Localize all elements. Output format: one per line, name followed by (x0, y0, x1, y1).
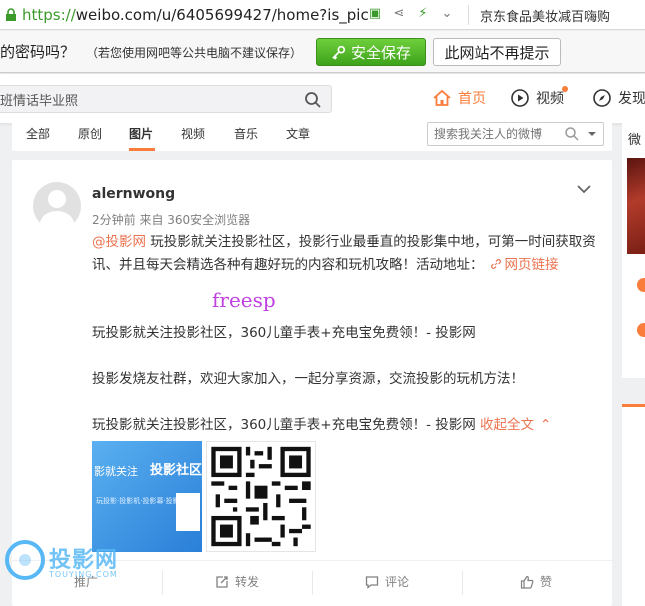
followed-search-box (427, 122, 604, 146)
like-label: 赞 (540, 575, 553, 589)
feed-tabs: 全部 原创 图片 视频 音乐 文章 (12, 118, 612, 151)
repost-button[interactable]: 转发 (215, 573, 259, 590)
weibo-top-nav: 首页 视频 发现 (0, 74, 645, 124)
post-paragraph: 玩投影就关注投影社区，360儿童手表+充电宝免费领！- 投影网 收起全文 ⌃ (92, 414, 602, 437)
divider (468, 5, 469, 25)
post-image[interactable]: 影就关注 投影社区 玩投影·投影机·投影幕·投影器 (92, 441, 202, 552)
tab-pictures[interactable]: 图片 (129, 125, 153, 142)
nav-discover-label: 发现 (618, 91, 645, 107)
tab-music[interactable]: 音乐 (234, 125, 258, 142)
sidebar-accent-bar (622, 404, 645, 407)
key-icon (332, 45, 346, 60)
sidebar-heading: 微 (628, 133, 642, 148)
home-icon (433, 89, 451, 106)
like-button[interactable]: 赞 (520, 573, 552, 590)
divider (462, 571, 463, 595)
lock-icon (6, 7, 16, 21)
collapse-link[interactable]: 收起全文 (480, 417, 534, 433)
web-link[interactable]: 网页链接 (484, 257, 559, 273)
rank-badge (637, 278, 645, 292)
avatar-head (48, 190, 66, 208)
divider (312, 571, 313, 595)
post-paragraph: 投影发烧友社群，欢迎大家加入，一起分享资源，交流投影的玩机方法！ (92, 371, 524, 387)
save-password-button[interactable]: 安全保存 (316, 38, 426, 66)
search-icon[interactable] (304, 91, 322, 109)
thumbs-up-icon (520, 575, 534, 589)
logo-ring-icon (5, 540, 45, 580)
comment-icon (365, 575, 379, 589)
username[interactable]: alernwong (92, 186, 175, 202)
followed-search-input[interactable] (434, 125, 554, 143)
image-caption: 影就关注 (94, 465, 138, 478)
web-link-label: 网页链接 (504, 257, 559, 273)
nav-discover[interactable]: 发现 (592, 88, 645, 108)
qr-code-icon (207, 442, 315, 551)
dropdown-caret-icon[interactable] (585, 126, 599, 142)
watermark-logo: 投影网 TOUYING.COM (5, 540, 118, 580)
nav-video-label: 视频 (536, 91, 564, 107)
image-caption-bold: 投影社区 (150, 463, 202, 478)
overlay-text: freesp (212, 288, 276, 312)
share-icon[interactable]: ⋖ (391, 6, 407, 22)
right-sidebar: 微 (622, 118, 645, 606)
rank-badge (637, 323, 645, 337)
qr-code-thumb (176, 493, 200, 531)
screenshot-icon[interactable]: ▣ (367, 6, 383, 22)
divider (162, 571, 163, 595)
repost-icon (216, 575, 228, 588)
qr-code-image[interactable] (206, 441, 316, 552)
link-icon (490, 259, 501, 269)
password-prompt: 的密码吗？ （若您使用网吧等公共电脑不建议保存） 安全保存 此网站不再提示 (0, 31, 645, 73)
never-prompt-button[interactable]: 此网站不再提示 (433, 38, 561, 66)
url-scheme: https:// (22, 5, 76, 24)
url-text[interactable]: https://weibo.com/u/6405699427/home?is_p… (22, 6, 369, 24)
address-tools: ▣ ⋖ ⚡ ⌄ (367, 6, 455, 22)
compass-icon (593, 89, 611, 107)
mention-link[interactable]: @投影网 (92, 234, 146, 250)
post-paragraph: 玩投影就关注投影社区，360儿童手表+充电宝免费领！- 投影网 (92, 325, 476, 341)
search-icon[interactable] (564, 126, 580, 142)
nav-home-label: 首页 (458, 91, 486, 107)
nav-home[interactable]: 首页 (432, 88, 486, 108)
password-hint: （若您使用网吧等公共电脑不建议保存） (86, 46, 303, 60)
comment-label: 评论 (385, 575, 410, 589)
post-paragraph-text: 玩投影就关注投影社区，360儿童手表+充电宝免费领！- 投影网 (92, 417, 476, 433)
url-path: weibo.com/u/6405699427/home?is_pic (75, 5, 369, 24)
password-question: 的密码吗？ (0, 43, 76, 61)
watermark-text-group: 投影网 TOUYING.COM (49, 542, 118, 579)
chevron-down-icon[interactable] (576, 181, 592, 197)
chevron-down-icon[interactable]: ⌄ (439, 6, 455, 22)
address-bar[interactable]: https://weibo.com/u/6405699427/home?is_p… (0, 0, 645, 30)
post-meta: 2分钟前 来自 360安全浏览器 (92, 213, 251, 227)
tab-all[interactable]: 全部 (26, 125, 50, 142)
save-label: 安全保存 (350, 43, 411, 62)
active-tab-indicator (129, 148, 155, 151)
tab-articles[interactable]: 文章 (286, 125, 310, 142)
ad-text[interactable]: 京东食品美妆减百嗨购 (480, 6, 610, 25)
watermark-subtext: TOUYING.COM (49, 569, 118, 579)
nav-video[interactable]: 视频 (510, 86, 568, 108)
avatar[interactable] (33, 182, 81, 230)
caret-up-icon[interactable]: ⌃ (540, 414, 551, 437)
sidebar-card: 微 (622, 118, 645, 378)
comment-button[interactable]: 评论 (365, 573, 409, 590)
image-small-text: 玩投影·投影机·投影幕·投影器 (96, 497, 187, 505)
sidebar-card (622, 404, 645, 606)
avatar-body (40, 211, 74, 230)
search-box (0, 85, 332, 113)
sidebar-image[interactable] (627, 158, 645, 254)
lightning-icon[interactable]: ⚡ (415, 6, 431, 22)
repost-label: 转发 (235, 575, 260, 589)
notification-dot (562, 86, 568, 92)
video-icon (511, 89, 529, 107)
tab-original[interactable]: 原创 (78, 125, 102, 142)
search-input[interactable] (0, 86, 290, 112)
post-text: @投影网 玩投影就关注投影社区，投影行业最垂直的投影集中地，可第一时间获取资讯、… (92, 231, 602, 277)
watermark-text: 投影网 (49, 547, 119, 573)
tab-video[interactable]: 视频 (181, 125, 205, 142)
